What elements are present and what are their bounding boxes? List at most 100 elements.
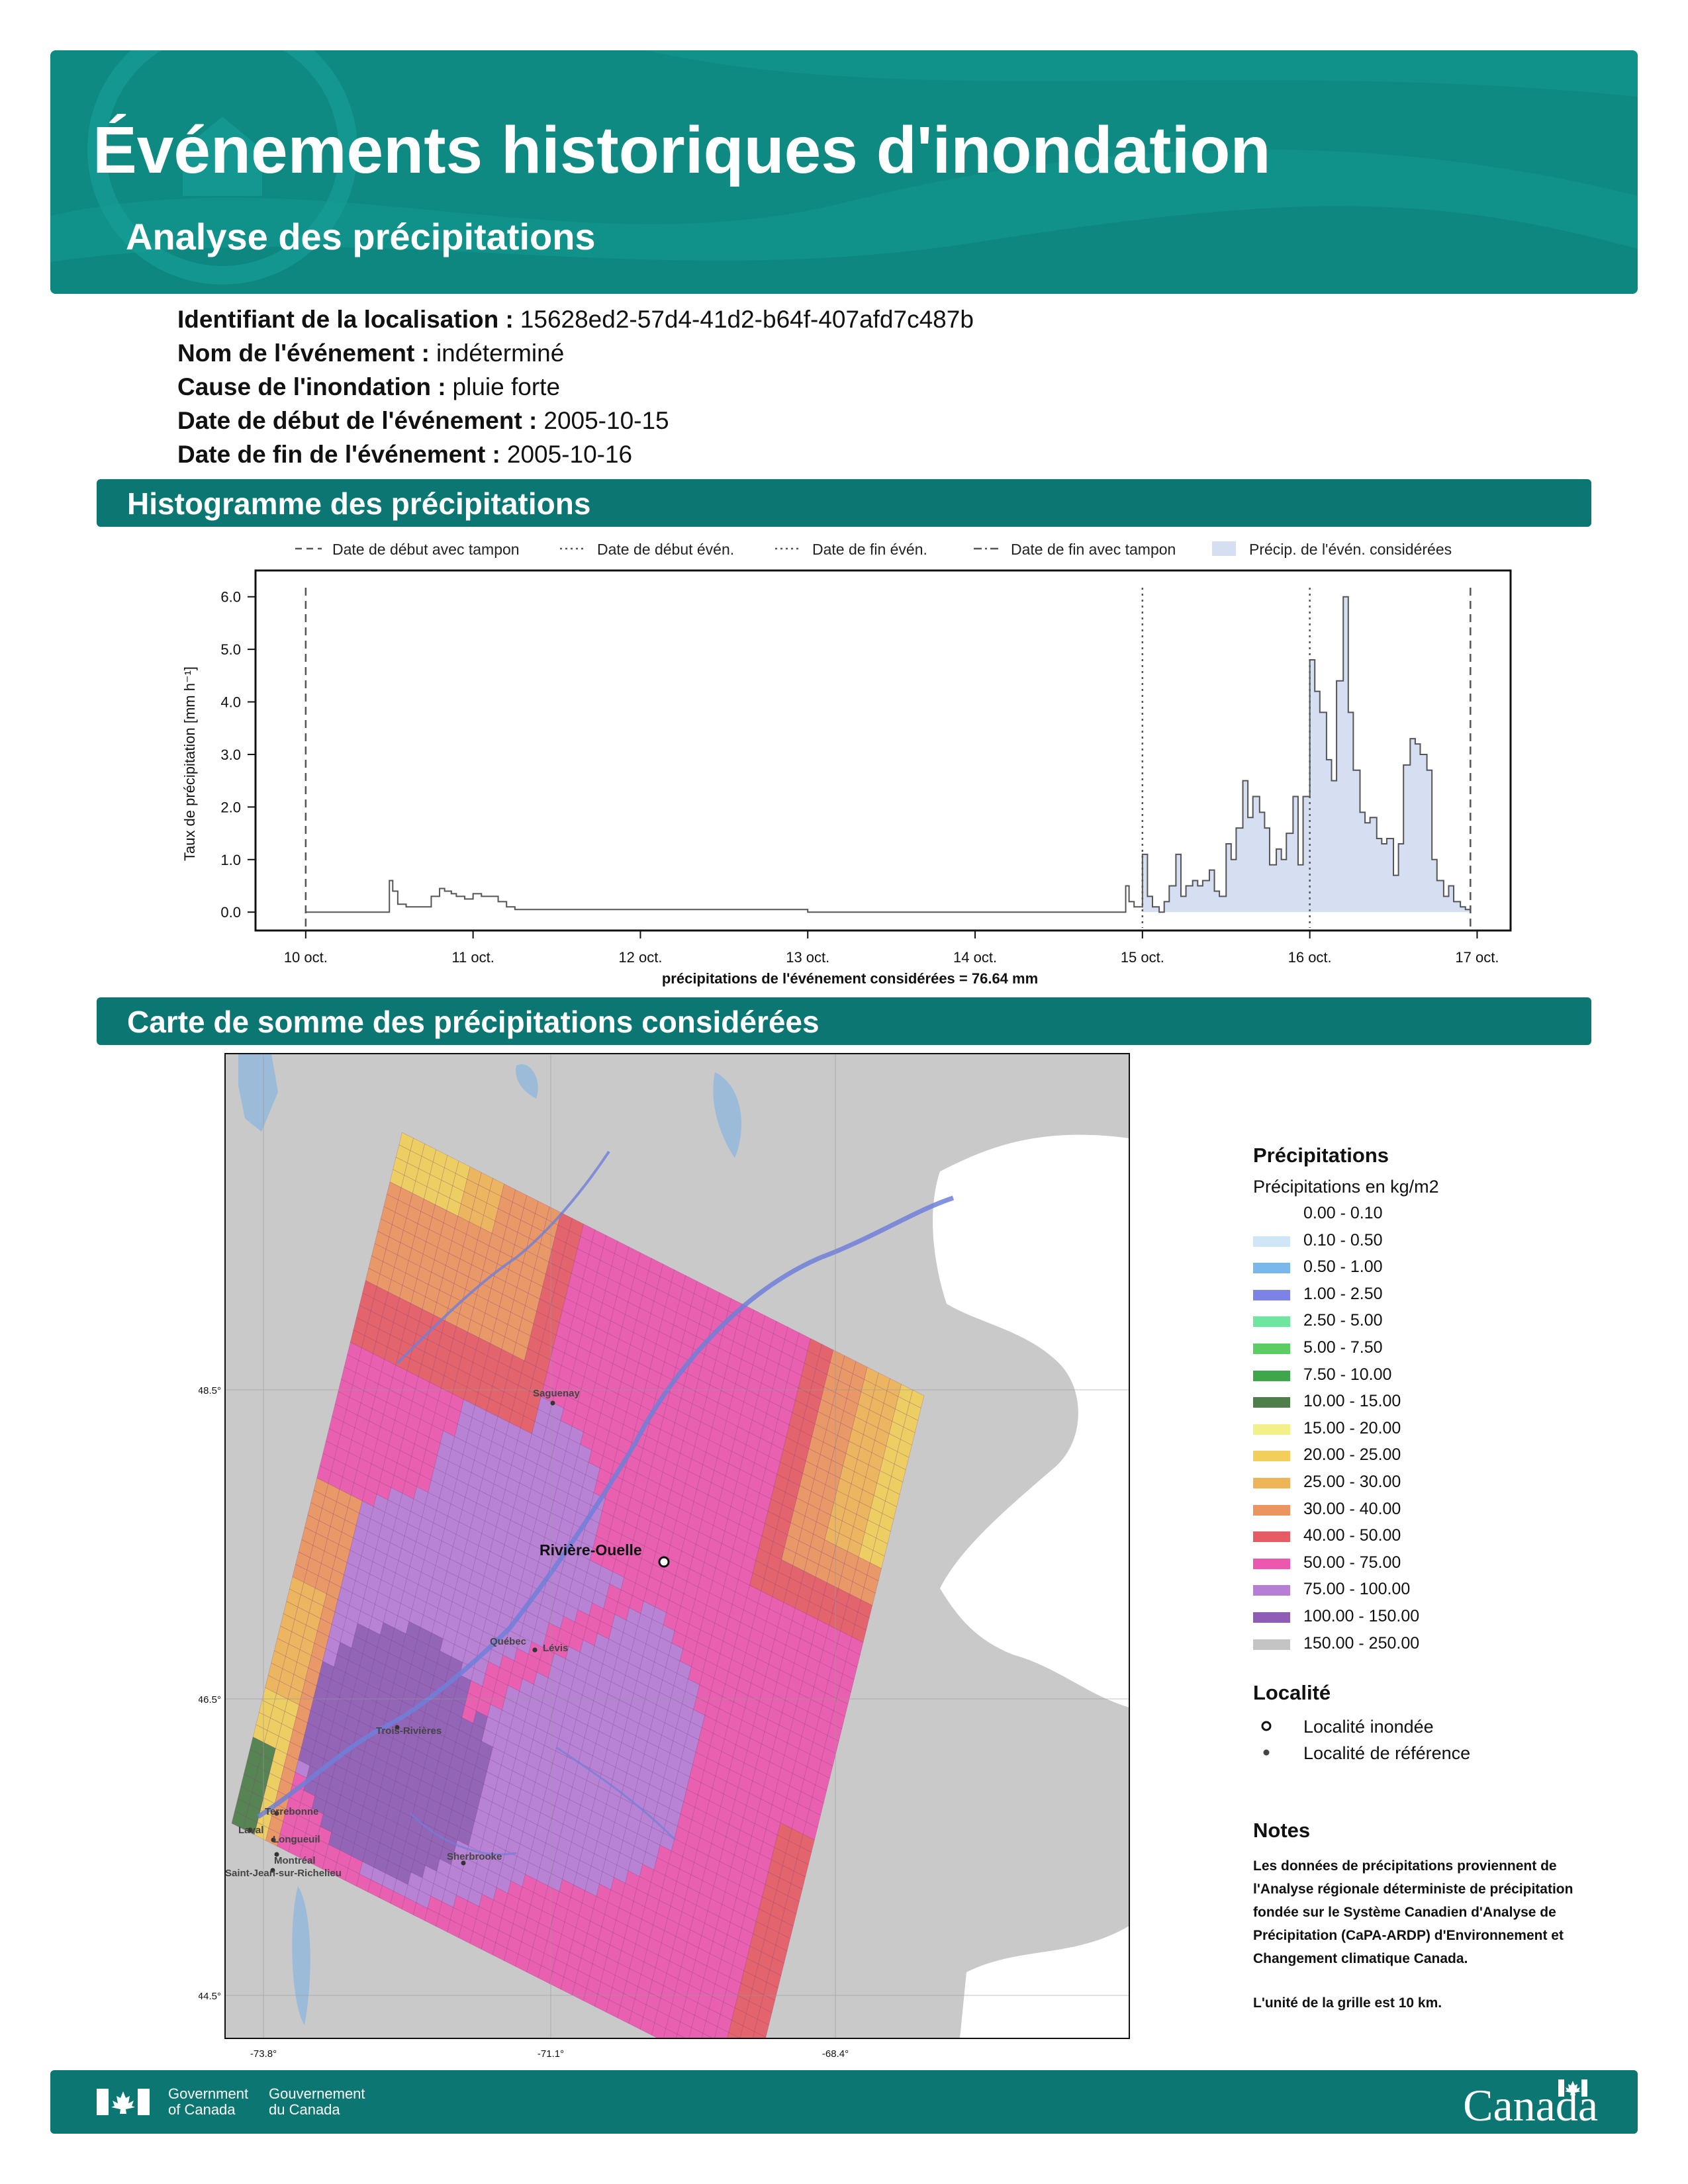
legend-bin-label: 15.00 - 20.00 [1303,1418,1401,1437]
legend-bin-swatch [1253,1424,1290,1435]
legend-title: Précipitations [1253,1144,1389,1167]
y-axis-label: Taux de précipitation [mm h⁻¹] [181,666,198,861]
reference-locality: Trois-Rivières [376,1725,442,1737]
y-tick-label: 5.0 [220,641,241,658]
legend-bin-swatch [1253,1209,1290,1220]
legend-bin-label: 25.00 - 30.00 [1303,1472,1401,1491]
info-start-date: Date de début de l'événement :2005-10-15 [177,407,669,434]
info-flood-cause: Cause de l'inondation : pluie forte [177,373,561,400]
info-location-id: Identifiant de la localisation :15628ed2… [177,306,974,333]
legend-bin-label: 1.00 - 2.50 [1303,1284,1383,1303]
legend-bin-swatch [1253,1558,1290,1569]
legend-entry: Date de fin avec tampon [974,541,1176,558]
legend-bin: 150.00 - 250.00 [1253,1631,1624,1659]
legend-bin-label: 150.00 - 250.00 [1303,1633,1420,1653]
legend-bin: 30.00 - 40.00 [1253,1497,1624,1524]
reference-locality-label: Sherbrooke [447,1851,502,1862]
legend-bin: 20.00 - 25.00 [1253,1443,1624,1470]
legend-bin-swatch [1253,1504,1290,1516]
reference-locality: Laval [238,1825,263,1836]
notes-block: Notes Les données de précipitations prov… [1253,1819,1597,2015]
footer-gov-en: Government of Canada [168,2085,249,2118]
x-tick-label: 13 oct. [786,949,829,966]
precip-cell [745,2056,760,2071]
legend-bin: 10.00 - 15.00 [1253,1389,1624,1416]
x-axis-label: précipitations de l'événement considérée… [662,970,1038,987]
canada-flag-icon [97,2089,150,2115]
section-histogram-title: Histogramme des précipitations [127,486,591,521]
legend-label: Date de fin évén. [812,541,927,558]
legend-entry: Date de début évén. [560,541,734,558]
map-lat-label: +46.5° [199,1694,221,1706]
reference-locality-label: Trois-Rivières [376,1725,442,1737]
precip-cell [749,2044,763,2062]
legend-bin: 5.00 - 7.50 [1253,1336,1624,1363]
legend-bin: 75.00 - 100.00 [1253,1577,1624,1604]
notes-grid-unit: L'unité de la grille est 10 km. [1253,1995,1442,2011]
legend-bins: 0.00 - 0.10 0.10 - 0.50 0.50 - 1.00 1.00 - … [1253,1201,1624,1658]
legend-bin: 50.00 - 75.00 [1253,1551,1624,1578]
legend-bin: 100.00 - 150.00 [1253,1604,1624,1631]
precip-cell [734,2050,749,2068]
notes-data-source: Les données de précipitations proviennen… [1253,1858,1573,1966]
legend-bin-label: 50.00 - 75.00 [1303,1553,1401,1572]
reference-locality-dot [550,1400,555,1406]
legend-bin: 2.50 - 5.00 [1253,1308,1624,1336]
legend-label: Date de début avec tampon [332,541,520,558]
legend-bin-swatch [1253,1531,1290,1543]
legend-bin: 40.00 - 50.00 [1253,1524,1624,1551]
legend-entry: Date de fin évén. [775,541,927,558]
x-tick-label: 14 oct. [953,949,997,966]
reference-locality-icon [1263,1749,1270,1756]
legend-bin-swatch [1253,1343,1290,1354]
wordmark-flag-icon [1558,2079,1587,2097]
legend-bin: 0.10 - 0.50 [1253,1228,1624,1255]
legend-bin-label: 0.50 - 1.00 [1303,1257,1383,1277]
legend-label: Date de fin avec tampon [1011,541,1176,558]
locality-legend: Localité Localité inondée Localité de ré… [1253,1681,1624,1767]
legend-bin-swatch [1253,1639,1290,1650]
map-lat-label: +48.5° [199,1385,221,1396]
flooded-locality-marker [658,1556,670,1568]
map-legend: Précipitations Précipitations en kg/m2 0… [1253,1144,1624,1658]
legend-bin: 1.00 - 2.50 [1253,1282,1624,1309]
map-lat-label: +44.5° [199,1991,221,2002]
precip-cell [720,2057,734,2071]
reference-locality-label: Québec [490,1636,526,1647]
reference-locality-label: Lévis [543,1643,568,1654]
locality-flooded-item: Localité inondée [1253,1714,1624,1741]
legend-bin-label: 40.00 - 50.00 [1303,1526,1401,1545]
map-content [225,1054,1129,2071]
legend-entry: Date de début avec tampon [295,541,520,558]
reference-locality: Saint-Jean-sur-Richelieu [225,1868,342,1879]
precip-cell [686,2040,700,2058]
legend-bin-label: 20.00 - 25.00 [1303,1445,1401,1465]
reference-locality-label: Montréal [274,1855,316,1866]
legend-bin-swatch [1253,1370,1290,1381]
legend-entry: Précip. de l'évén. considérées [1212,541,1452,558]
x-tick-label: 12 oct. [618,949,662,966]
locality-title: Localité [1253,1681,1331,1704]
precip-cell [739,2037,741,2038]
precipitation-sum-map: +48.5° +46.5° +44.5° -73.8° -71.1° -68.4° Sagu… [199,1053,1130,2071]
legend-bin-swatch [1253,1451,1290,1462]
legend-bin-label: 0.00 - 0.10 [1303,1204,1383,1222]
reference-locality-label: Terrebonne [265,1806,318,1817]
x-tick-label: 10 oct. [284,949,328,966]
y-tick-label: 3.0 [220,747,241,763]
x-tick-label: 15 oct. [1121,949,1164,966]
locality-reference-item: Localité de référence [1253,1741,1624,1767]
precipitation-histogram-chart: Date de début avec tampon Date de début é… [181,541,1512,987]
legend-bin-label: 5.00 - 7.50 [1303,1338,1383,1357]
legend-bin-swatch [1253,1316,1290,1328]
footer-gov-fr: Gouvernement du Canada [269,2085,365,2118]
notes-title: Notes [1253,1819,1311,1842]
x-tick-label: 11 oct. [451,949,494,966]
y-tick-label: 6.0 [220,589,241,606]
legend-bin-swatch [1253,1397,1290,1408]
legend-bin: 0.00 - 0.10 [1253,1201,1624,1228]
flooded-locality-icon [1261,1721,1272,1731]
legend-subtitle: Précipitations en kg/m2 [1253,1177,1439,1197]
reference-locality-label: Saint-Jean-sur-Richelieu [225,1868,342,1879]
legend-bin-swatch [1253,1236,1290,1247]
